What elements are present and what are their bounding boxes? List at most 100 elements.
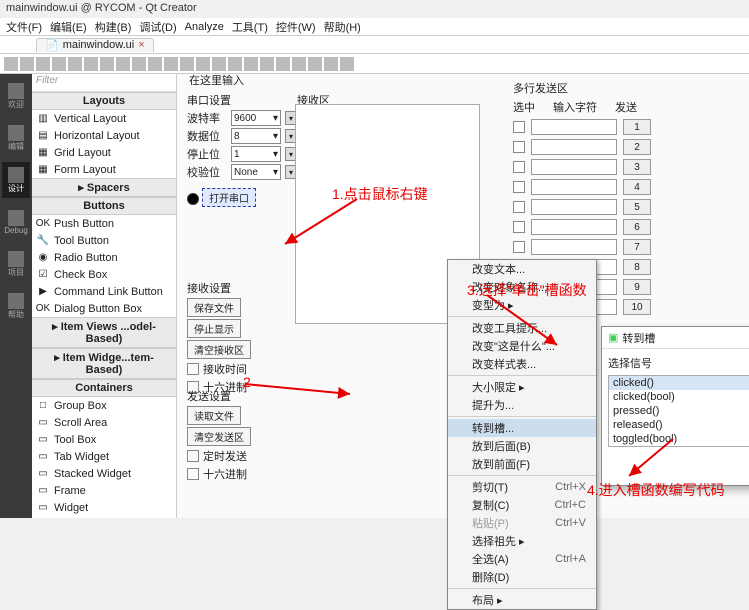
ctx-item[interactable]: 放到后面(B) <box>448 437 596 455</box>
menu-item[interactable]: 帮助(H) <box>324 19 361 35</box>
toolbar-icon[interactable] <box>228 57 242 71</box>
multi-send-btn[interactable]: 1 <box>623 119 651 135</box>
widget-item[interactable]: OKDialog Button Box <box>32 300 176 317</box>
signal-row[interactable]: clicked()QAbstractButton <box>609 376 749 390</box>
multi-input[interactable] <box>531 119 617 135</box>
btn-清空发送区[interactable]: 清空发送区 <box>187 427 251 446</box>
menu-item[interactable]: Analyze <box>185 21 224 33</box>
multi-checkbox[interactable] <box>513 121 525 133</box>
widget-item[interactable]: ▭Tab Widget <box>32 448 176 465</box>
multi-input[interactable] <box>531 219 617 235</box>
menu-item[interactable]: 文件(F) <box>6 19 42 35</box>
multi-input[interactable] <box>531 159 617 175</box>
combo-数据位[interactable]: 8 ▾ <box>231 128 281 144</box>
category-itemwidgets[interactable]: ▸ Item Widge...tem-Based) <box>32 348 176 379</box>
toolbar-icon[interactable] <box>276 57 290 71</box>
mode-Debug[interactable]: Debug <box>2 204 30 240</box>
toolbar-icon[interactable] <box>116 57 130 71</box>
toolbar-icon[interactable] <box>4 57 18 71</box>
ctx-item[interactable]: 变型为 ▸ <box>448 296 596 314</box>
category-Layouts[interactable]: Layouts <box>32 92 176 110</box>
ctx-item[interactable]: 复制(C)Ctrl+C <box>448 496 596 514</box>
ctx-item[interactable]: 删除(D) <box>448 568 596 586</box>
multi-checkbox[interactable] <box>513 241 525 253</box>
toolbar-icon[interactable] <box>180 57 194 71</box>
category-itemviews[interactable]: ▸ Item Views ...odel-Based) <box>32 317 176 348</box>
ctx-item[interactable]: 改变样式表... <box>448 355 596 373</box>
combo-波特率[interactable]: 9600 ▾ <box>231 110 281 126</box>
multi-input[interactable] <box>531 139 617 155</box>
widget-item[interactable]: ◉Radio Button <box>32 249 176 266</box>
toolbar-icon[interactable] <box>68 57 82 71</box>
category-Buttons[interactable]: Buttons <box>32 197 176 215</box>
mode-帮助[interactable]: 帮助 <box>2 288 30 324</box>
signal-row[interactable]: toggled(bool)QAbstractButton <box>609 432 749 446</box>
signal-row[interactable]: pressed()QAbstractButton <box>609 404 749 418</box>
widget-item[interactable]: ▭Stacked Widget <box>32 465 176 482</box>
ctx-item[interactable]: 放到前面(F) <box>448 455 596 473</box>
close-icon[interactable]: × <box>138 39 144 51</box>
toolbar-icon[interactable] <box>244 57 258 71</box>
widget-item[interactable]: 🔧Tool Button <box>32 232 176 249</box>
multi-send-btn[interactable]: 6 <box>623 219 651 235</box>
toolbar-icon[interactable] <box>100 57 114 71</box>
multi-send-btn[interactable]: 5 <box>623 199 651 215</box>
widget-item[interactable]: ▭Frame <box>32 482 176 499</box>
menu-item[interactable]: 调试(D) <box>139 19 176 35</box>
ctx-item[interactable]: 粘贴(P)Ctrl+V <box>448 514 596 532</box>
combo-停止位[interactable]: 1 ▾ <box>231 146 281 162</box>
checkbox[interactable] <box>187 468 199 480</box>
open-port-button[interactable]: 打开串口 <box>202 188 256 207</box>
toolbar-icon[interactable] <box>148 57 162 71</box>
mode-设计[interactable]: 设计 <box>2 162 30 198</box>
widget-item[interactable]: ▥Vertical Layout <box>32 110 176 127</box>
toolbar-icon[interactable] <box>36 57 50 71</box>
filter-input[interactable]: Filter <box>32 74 176 92</box>
multi-checkbox[interactable] <box>513 221 525 233</box>
ctx-item[interactable]: 改变文本... <box>448 260 596 278</box>
menu-item[interactable]: 编辑(E) <box>50 19 87 35</box>
widget-item[interactable]: ▶Command Link Button <box>32 283 176 300</box>
toolbar-icon[interactable] <box>52 57 66 71</box>
multi-send-btn[interactable]: 8 <box>623 259 651 275</box>
multi-send-btn[interactable]: 4 <box>623 179 651 195</box>
widget-item[interactable]: ▭Widget <box>32 499 176 516</box>
mode-项目[interactable]: 项目 <box>2 246 30 282</box>
ctx-item[interactable]: 改变"这是什么"... <box>448 337 596 355</box>
category-Spacers[interactable]: ▸ Spacers <box>32 178 176 197</box>
menu-item[interactable]: 控件(W) <box>276 19 316 35</box>
ctx-item[interactable]: 大小限定 ▸ <box>448 378 596 396</box>
btn-保存文件[interactable]: 保存文件 <box>187 298 241 317</box>
toolbar-icon[interactable] <box>132 57 146 71</box>
ctx-item[interactable]: 改变对象名称... <box>448 278 596 296</box>
btn-停止显示[interactable]: 停止显示 <box>187 319 241 338</box>
multi-checkbox[interactable] <box>513 141 525 153</box>
signal-row[interactable]: released()QAbstractButton <box>609 418 749 432</box>
ctx-item[interactable]: 提升为... <box>448 396 596 414</box>
multi-input[interactable] <box>531 239 617 255</box>
form-canvas[interactable]: 在这里输入 串口设置 波特率9600 ▾▾数据位8 ▾▾停止位1 ▾▾校验位No… <box>177 74 749 518</box>
widget-item[interactable]: □Group Box <box>32 397 176 414</box>
mode-欢迎[interactable]: 欢迎 <box>2 78 30 114</box>
toolbar-icon[interactable] <box>212 57 226 71</box>
category-Containers[interactable]: Containers <box>32 379 176 397</box>
menu-item[interactable]: 构建(B) <box>95 19 132 35</box>
mode-编辑[interactable]: 编辑 <box>2 120 30 156</box>
ctx-item[interactable]: 布局 ▸ <box>448 591 596 609</box>
btn-清空接收区[interactable]: 清空接收区 <box>187 340 251 359</box>
signal-row[interactable]: clicked(bool)QAbstractButton <box>609 390 749 404</box>
toolbar-icon[interactable] <box>324 57 338 71</box>
widget-item[interactable]: ▭Tool Box <box>32 431 176 448</box>
multi-checkbox[interactable] <box>513 181 525 193</box>
toolbar-icon[interactable] <box>260 57 274 71</box>
toolbar-icon[interactable] <box>196 57 210 71</box>
multi-input[interactable] <box>531 179 617 195</box>
widget-item[interactable]: ▭Scroll Area <box>32 414 176 431</box>
widget-item[interactable]: ▤Horizontal Layout <box>32 127 176 144</box>
widget-item[interactable]: ▭MDI Area <box>32 516 176 518</box>
multi-send-btn[interactable]: 2 <box>623 139 651 155</box>
multi-send-btn[interactable]: 9 <box>623 279 651 295</box>
multi-checkbox[interactable] <box>513 161 525 173</box>
multi-send-btn[interactable]: 7 <box>623 239 651 255</box>
ctx-item[interactable]: 转到槽... <box>448 419 596 437</box>
